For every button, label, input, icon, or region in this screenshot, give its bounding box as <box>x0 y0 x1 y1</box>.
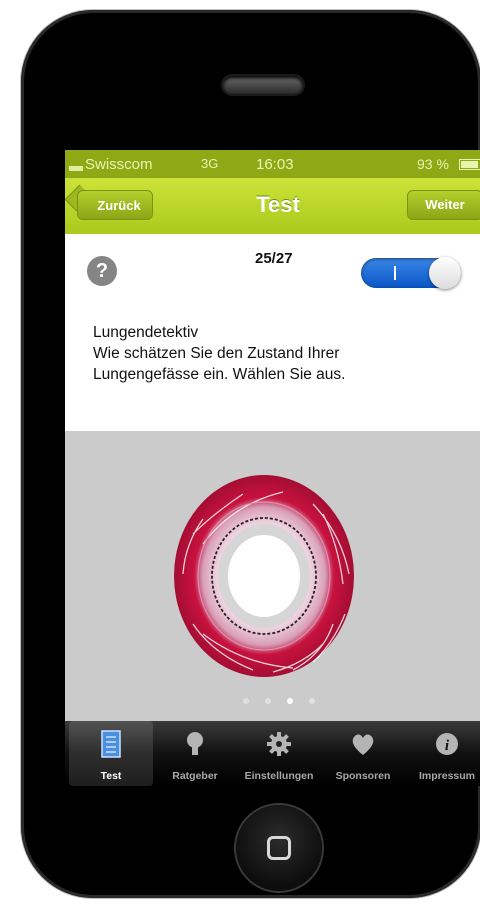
page-title: Test <box>256 192 300 217</box>
tab-label: Ratgeber <box>172 770 218 782</box>
page-dot[interactable] <box>309 698 315 704</box>
battery-icon <box>459 159 480 170</box>
status-bar: Swisscom 3G 16:03 93 % <box>65 150 480 178</box>
help-icon[interactable]: ? <box>87 256 117 286</box>
tab-label: Impressum <box>418 770 476 782</box>
heart-icon <box>352 734 374 755</box>
tab-test[interactable]: Test <box>69 721 153 786</box>
lightbulb-icon <box>187 732 203 755</box>
app-screen: Swisscom 3G 16:03 93 % Zurück Test Weite… <box>65 150 480 786</box>
image-carousel[interactable] <box>65 431 480 721</box>
tab-ratgeber[interactable]: Ratgeber <box>153 721 237 786</box>
page-dot[interactable] <box>243 698 249 704</box>
question-text: Lungendetektiv Wie schätzen Sie den Zust… <box>93 322 473 385</box>
home-square-icon <box>267 836 291 860</box>
gear-icon <box>267 732 291 756</box>
status-time: 16:03 <box>256 156 294 173</box>
tab-sponsoren[interactable]: Sponsoren <box>321 721 405 786</box>
info-icon: i <box>436 733 458 755</box>
signal-icon <box>69 166 83 171</box>
carrier-name: Swisscom <box>85 156 153 173</box>
page-dot-active[interactable] <box>287 698 293 704</box>
tab-label: Test <box>100 770 122 782</box>
mode-toggle[interactable] <box>361 257 461 289</box>
question-title: Lungendetektiv <box>93 324 199 341</box>
tab-label: Einstellungen <box>244 770 314 782</box>
question-card: ? 25/27 Lungendetektiv Wie schätzen Sie … <box>65 234 480 431</box>
tab-einstellungen[interactable]: Einstellungen <box>237 721 321 786</box>
question-line: Lungengefässe ein. Wählen Sie aus. <box>93 366 346 383</box>
tab-bar: Test Ratgeber Einstellungen Sponsoren i … <box>65 721 480 786</box>
network-type: 3G <box>201 156 219 171</box>
navigation-bar: Zurück Test Weiter <box>65 178 480 234</box>
battery-percent: 93 % <box>417 156 449 172</box>
tab-impressum[interactable]: i Impressum <box>405 721 480 786</box>
page-dot[interactable] <box>265 698 271 704</box>
back-button[interactable]: Zurück <box>77 190 153 220</box>
toggle-on-mark <box>394 266 396 280</box>
question-progress: 25/27 <box>255 250 293 267</box>
speaker-grille <box>223 76 303 94</box>
page-indicator[interactable] <box>243 698 323 706</box>
tab-label: Sponsoren <box>335 770 391 782</box>
toggle-knob[interactable] <box>429 257 461 289</box>
next-button[interactable]: Weiter <box>407 190 480 220</box>
home-button[interactable] <box>236 805 322 891</box>
question-line: Wie schätzen Sie den Zustand Ihrer <box>93 345 340 362</box>
phone-frame: Swisscom 3G 16:03 93 % Zurück Test Weite… <box>21 10 480 898</box>
blood-vessel-image[interactable] <box>173 474 355 678</box>
document-icon <box>101 730 121 758</box>
